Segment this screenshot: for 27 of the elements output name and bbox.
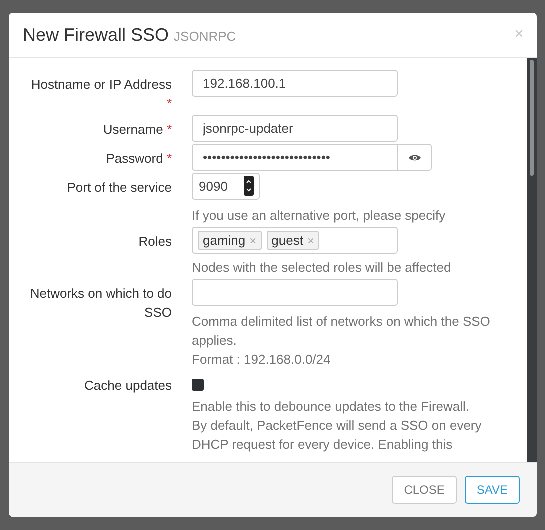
help-text: By default, PacketFence will send a SSO on every DHCP request for every device. Enabling this [192, 417, 483, 454]
help-text: Enable this to debounce updates to the Firewall. [192, 398, 471, 416]
field-label: Port of the service [66, 179, 172, 197]
field-label: Hostname or IP Address * [30, 76, 172, 113]
field-label: Cache updates [84, 377, 172, 395]
help-text: If you use an alternative port, please specify [192, 207, 446, 225]
close-button[interactable]: CLOSE [392, 476, 457, 504]
checkbox[interactable] [192, 379, 204, 391]
text-field[interactable] [192, 279, 398, 306]
eye-icon [408, 154, 420, 162]
field-label: Username * [102, 121, 172, 139]
help-text: Nodes with the selected roles will be affected [192, 259, 452, 277]
password-field[interactable]: •••••••••••••••••••••••••••• [192, 144, 398, 171]
title-text: New Firewall SSO [23, 24, 170, 44]
field-label: Password * [105, 150, 172, 168]
text-field[interactable]: 192.168.100.1 [192, 70, 398, 97]
tag-label: gaming [203, 233, 246, 248]
help-text: Format : 192.168.0.0/24 [192, 351, 332, 369]
tag-label: guest [272, 233, 304, 248]
scrollbar[interactable] [527, 58, 537, 462]
show-password-button[interactable] [398, 144, 432, 171]
dialog-subtitle: JSONRPC [174, 28, 236, 44]
help-text: Comma delimited list of networks on which the SSO applies. [192, 313, 492, 350]
field-label: Networks on which to do SSO [29, 285, 172, 322]
text-field[interactable]: jsonrpc-updater [192, 115, 398, 142]
spinner-icon[interactable] [244, 176, 254, 196]
field-label: Roles [138, 233, 172, 251]
